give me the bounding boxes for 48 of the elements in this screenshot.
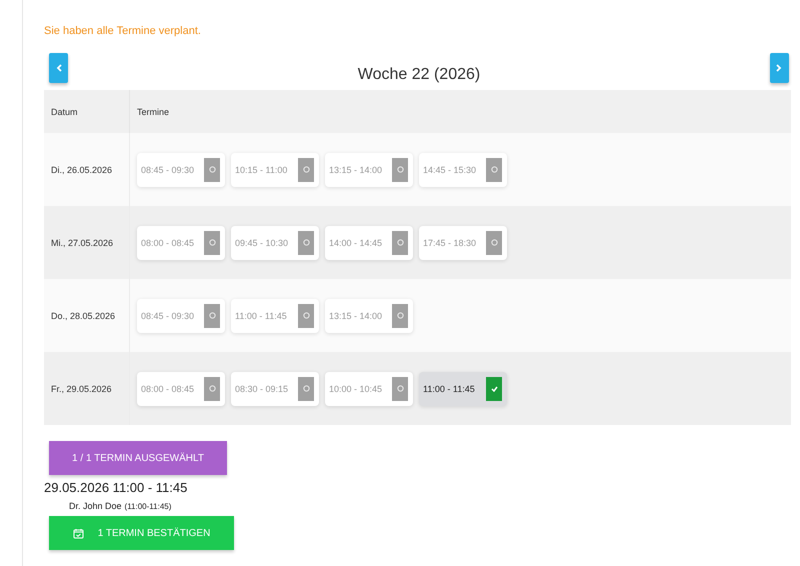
time-slot[interactable]: 10:15 - 11:00 [231, 152, 319, 186]
circle-icon [302, 166, 310, 173]
time-slot[interactable]: 09:45 - 10:30 [231, 226, 319, 260]
date-cell: Mi., 27.05.2026 [44, 206, 130, 279]
circle-icon [208, 239, 216, 246]
time-slot[interactable]: 17:45 - 18:30 [419, 226, 507, 260]
circle-icon [302, 312, 310, 319]
selection-count-button[interactable]: 1 / 1 TERMIN AUSGEWÄHLT [49, 441, 227, 475]
previous-week-button[interactable] [49, 53, 68, 83]
circle-icon [208, 385, 216, 392]
time-slot[interactable]: 11:00 - 11:45 [231, 298, 319, 332]
time-slot[interactable]: 13:15 - 14:00 [325, 298, 413, 332]
date-cell: Fr., 29.05.2026 [44, 352, 130, 425]
week-title: Woche 22 (2026) [358, 66, 480, 85]
time-slot[interactable]: 14:45 - 15:30 [419, 152, 507, 186]
circle-icon [396, 239, 404, 246]
time-slot[interactable]: 10:00 - 10:45 [325, 372, 413, 406]
column-header: Datum [44, 90, 130, 133]
circle-icon [490, 239, 498, 246]
date-cell: Di., 26.05.2026 [44, 133, 130, 206]
circle-icon [302, 385, 310, 392]
time-slot[interactable]: 11:00 - 11:45 [419, 372, 507, 406]
column-header: Termine [130, 90, 791, 133]
time-slot[interactable]: 08:45 - 09:30 [137, 152, 225, 186]
time-slot[interactable]: 13:15 - 14:00 [325, 152, 413, 186]
confirm-button[interactable]: 1 TERMIN BESTÄTIGEN [49, 516, 234, 550]
chevron-left-icon [56, 64, 62, 72]
date-cell: Do., 28.05.2026 [44, 279, 130, 352]
status-message: Sie haben alle Termine verplant. [44, 24, 201, 37]
circle-icon [396, 166, 404, 173]
circle-icon [208, 166, 216, 173]
next-week-button[interactable] [770, 53, 789, 83]
time-slot[interactable]: 08:00 - 08:45 [137, 226, 225, 260]
time-slot[interactable]: 08:45 - 09:30 [137, 298, 225, 332]
time-slot[interactable]: 14:00 - 14:45 [325, 226, 413, 260]
circle-icon [396, 385, 404, 392]
circle-icon [396, 312, 404, 319]
time-slot[interactable]: 08:30 - 09:15 [231, 372, 319, 406]
circle-icon [208, 312, 216, 319]
circle-icon [490, 166, 498, 173]
calendar-check-icon [72, 528, 84, 538]
doctor-name: Dr. John Doe [69, 501, 122, 511]
selected-appointment: 29.05.2026 11:00 - 11:45 [44, 480, 188, 495]
chevron-right-icon [776, 64, 782, 72]
circle-icon [302, 239, 310, 246]
time-slot[interactable]: 08:00 - 08:45 [137, 372, 225, 406]
doctor-time: (11:00-11:45) [124, 502, 172, 511]
check-icon [490, 386, 498, 392]
